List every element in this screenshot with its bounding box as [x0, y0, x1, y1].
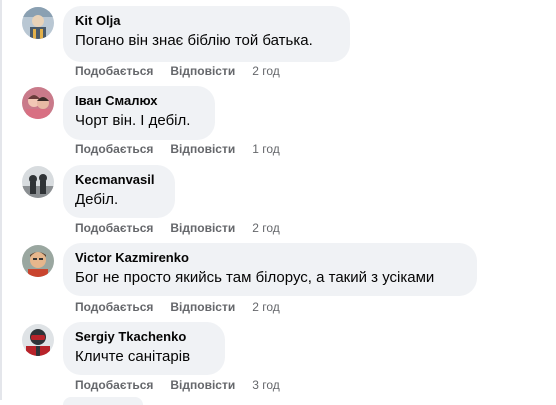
- avatar-photo-icon: [22, 166, 54, 198]
- like-button[interactable]: Подобається: [75, 300, 153, 314]
- comment-bubble: Sergiy Tkachenko Кличте санітарів: [63, 322, 225, 375]
- comment-author[interactable]: Sergiy Tkachenko: [75, 329, 213, 345]
- next-comment-bubble-edge: [63, 397, 143, 405]
- comment-text: Чорт він. І дебіл.: [75, 112, 191, 129]
- avatar-photo-icon: [22, 324, 54, 356]
- avatar[interactable]: [22, 166, 54, 198]
- comment-actions: Подобається Відповісти 3 год: [75, 377, 280, 393]
- comment-author[interactable]: Kit Olja: [75, 13, 338, 29]
- comment-author[interactable]: Kecmanvasil: [75, 172, 163, 188]
- comment-bubble: Kecmanvasil Дебіл.: [63, 165, 175, 218]
- comment-author[interactable]: Іван Смалюх: [75, 93, 203, 109]
- avatar-photo-icon: [22, 7, 54, 39]
- comment-text: Дебіл.: [75, 191, 119, 208]
- avatar[interactable]: [22, 245, 54, 277]
- like-button[interactable]: Подобається: [75, 378, 153, 392]
- comment-author[interactable]: Victor Kazmirenko: [75, 250, 465, 266]
- avatar[interactable]: [22, 87, 54, 119]
- like-button[interactable]: Подобається: [75, 221, 153, 235]
- comment-actions: Подобається Відповісти 2 год: [75, 63, 280, 79]
- avatar[interactable]: [22, 324, 54, 356]
- comment-actions: Подобається Відповісти 1 год: [75, 141, 280, 157]
- thread-rail: [0, 0, 2, 400]
- comment-bubble: Kit Olja Погано він знає біблію той бать…: [63, 6, 350, 62]
- comment-text: Погано він знає біблію той батька.: [75, 32, 313, 49]
- timestamp-link[interactable]: 1 год: [252, 142, 280, 156]
- reply-button[interactable]: Відповісти: [170, 378, 235, 392]
- timestamp-link[interactable]: 2 год: [252, 64, 280, 78]
- comment-bubble: Іван Смалюх Чорт він. І дебіл.: [63, 86, 215, 140]
- comment-actions: Подобається Відповісти 2 год: [75, 220, 280, 236]
- avatar-photo-icon: [22, 245, 54, 277]
- comment-actions: Подобається Відповісти 2 год: [75, 299, 280, 315]
- comment-text: Бог не просто якийсь там білорус, а таки…: [75, 269, 435, 286]
- comment-text: Кличте санітарів: [75, 348, 191, 365]
- comment-bubble: Victor Kazmirenko Бог не просто якийсь т…: [63, 243, 477, 296]
- reply-button[interactable]: Відповісти: [170, 64, 235, 78]
- timestamp-link[interactable]: 2 год: [252, 300, 280, 314]
- reply-button[interactable]: Відповісти: [170, 221, 235, 235]
- avatar-photo-icon: [22, 87, 54, 119]
- avatar[interactable]: [22, 7, 54, 39]
- reply-button[interactable]: Відповісти: [170, 300, 235, 314]
- timestamp-link[interactable]: 2 год: [252, 221, 280, 235]
- timestamp-link[interactable]: 3 год: [252, 378, 280, 392]
- reply-button[interactable]: Відповісти: [170, 142, 235, 156]
- like-button[interactable]: Подобається: [75, 142, 153, 156]
- like-button[interactable]: Подобається: [75, 64, 153, 78]
